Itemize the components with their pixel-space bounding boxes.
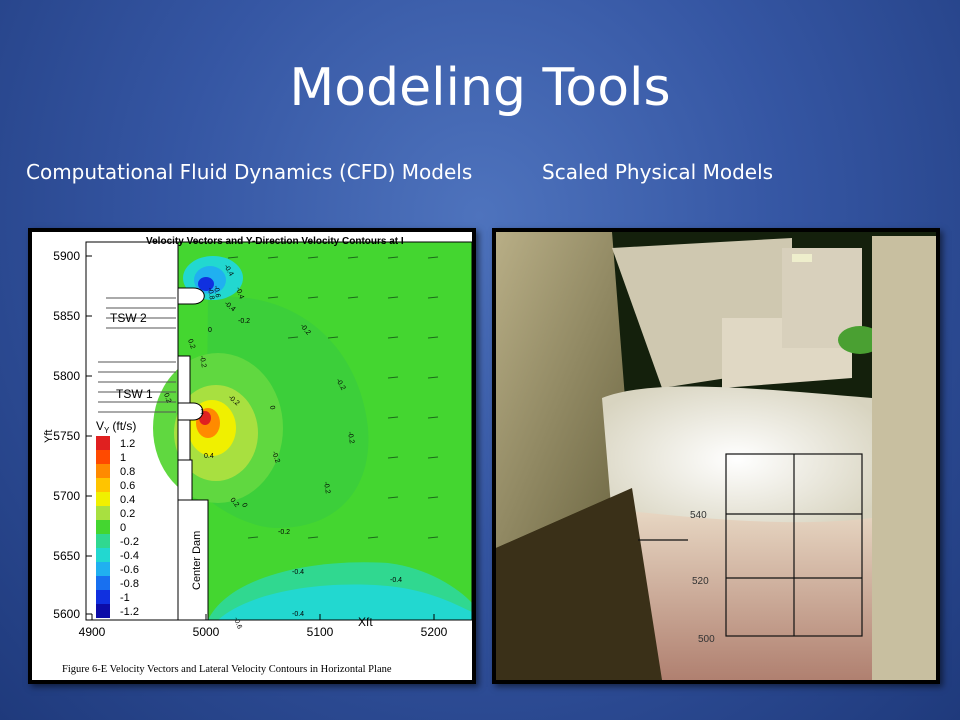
contour-label: 1	[200, 409, 204, 416]
legend-swatch	[96, 534, 110, 548]
legend-swatch	[96, 478, 110, 492]
slide-title: Modeling Tools	[289, 58, 671, 118]
legend-swatch	[96, 548, 110, 562]
contour-label: 0	[208, 327, 212, 334]
contour-label: -0.2	[238, 318, 250, 325]
x-tick: 5100	[307, 625, 334, 639]
legend-value: -0.6	[120, 564, 139, 576]
legend-value: 0	[120, 522, 126, 534]
legend-value: 0.6	[120, 480, 135, 492]
cfd-plot: Velocity Vectors and Y-Direction Velocit…	[32, 232, 473, 680]
legend-swatch	[96, 506, 110, 520]
legend-value: 0.4	[120, 494, 135, 506]
physical-model-heading: Scaled Physical Models	[542, 160, 774, 184]
photo-illustration: 540 520 500	[496, 232, 936, 680]
legend-value: -0.8	[120, 578, 139, 590]
x-tick: 4900	[79, 625, 106, 639]
contour-label: -0.2	[278, 529, 290, 536]
x-axis-label: Xft	[358, 615, 373, 629]
legend-value: 0.2	[120, 508, 135, 520]
x-tick: 5000	[193, 625, 220, 639]
tsw1-label: TSW 1	[116, 387, 153, 401]
legend-swatch	[96, 590, 110, 604]
legend-value: 1.2	[120, 438, 135, 450]
legend-swatch	[96, 576, 110, 590]
dam-notch	[177, 459, 193, 501]
lamp	[792, 254, 812, 262]
contour-label: -0.4	[292, 569, 304, 576]
legend-swatch	[96, 450, 110, 464]
y-tick: 5600	[53, 607, 80, 621]
y-tick: 5750	[53, 429, 80, 443]
y-axis-label: Yft	[43, 430, 55, 443]
legend-title: VY (ft/s)	[96, 419, 136, 435]
contour-label: -0.4	[390, 577, 402, 584]
physical-model-photo: 540 520 500	[492, 228, 940, 684]
grid-number: 500	[698, 634, 715, 645]
legend-value: -1.2	[120, 606, 139, 618]
legend-swatch	[96, 436, 110, 450]
right-wall	[872, 236, 936, 680]
legend-swatch	[96, 604, 110, 618]
turbulent-foam	[602, 386, 872, 533]
legend-value: -0.4	[120, 550, 139, 562]
y-tick: 5800	[53, 369, 80, 383]
legend-swatch	[96, 492, 110, 506]
figure-caption: Figure 6-E Velocity Vectors and Lateral …	[62, 664, 392, 675]
y-tick: 5850	[53, 309, 80, 323]
cfd-figure: Velocity Vectors and Y-Direction Velocit…	[28, 228, 476, 684]
legend-value: -1	[120, 592, 130, 604]
legend-swatch	[96, 520, 110, 534]
legend-swatch	[96, 562, 110, 576]
grid-number: 520	[692, 576, 709, 587]
contour-label: 0.4	[204, 453, 214, 460]
y-tick: 5700	[53, 489, 80, 503]
y-tick: 5650	[53, 549, 80, 563]
y-tick: 5900	[53, 249, 80, 263]
cfd-heading: Computational Fluid Dynamics (CFD) Model…	[26, 160, 473, 184]
legend-swatch	[96, 464, 110, 478]
legend-value: -0.2	[120, 536, 139, 548]
legend-value: 0.8	[120, 466, 135, 478]
center-dam-label: Center Dam	[191, 531, 203, 590]
legend-value: 1	[120, 452, 126, 464]
tsw2-label: TSW 2	[110, 311, 147, 325]
x-tick: 5200	[421, 625, 448, 639]
grid-number: 540	[690, 510, 707, 521]
contour-label: -0.4	[292, 611, 304, 618]
plot-title: Velocity Vectors and Y-Direction Velocit…	[146, 236, 404, 247]
